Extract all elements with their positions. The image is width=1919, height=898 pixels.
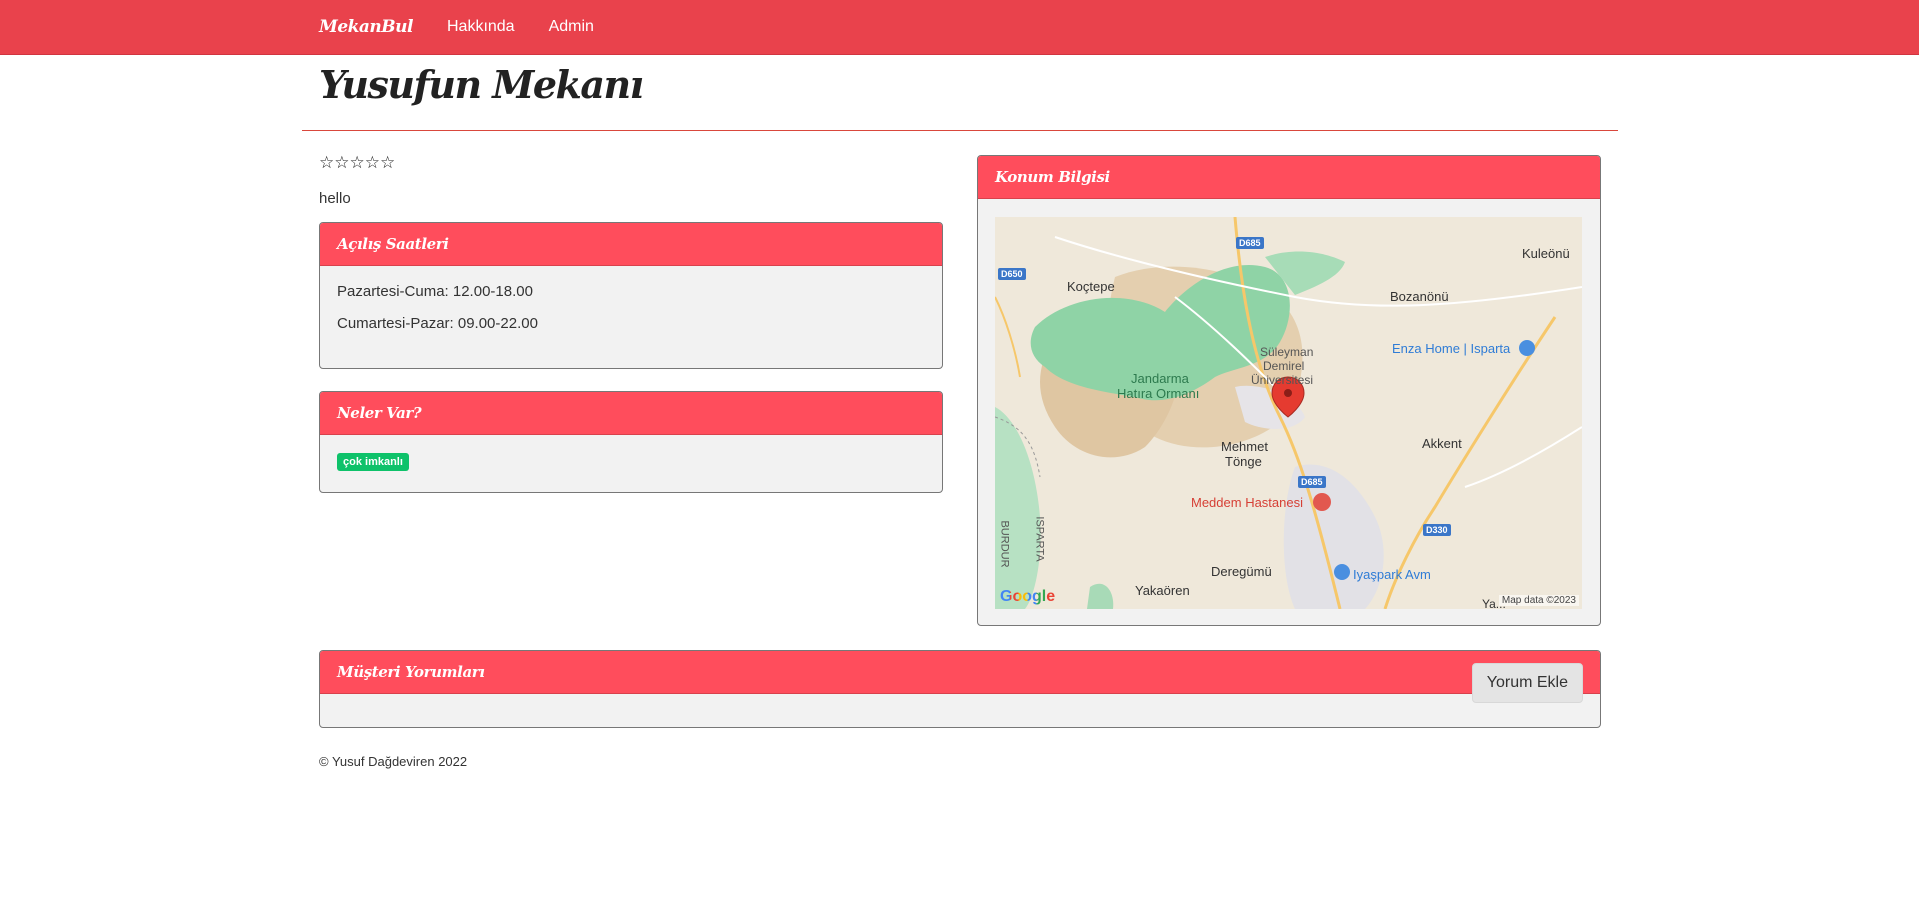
location-title: Konum Bilgisi xyxy=(995,168,1110,186)
reviews-title: Müşteri Yorumları xyxy=(337,663,485,681)
road-shield-d650: D650 xyxy=(998,268,1026,280)
amenity-badge: çok imkanlı xyxy=(337,453,409,471)
map-label-suleyman-3: Üniversitesi xyxy=(1251,373,1314,387)
amenities-body: çok imkanlı xyxy=(320,435,942,488)
map-label-yakaoren: Yakaören xyxy=(1135,583,1190,598)
reviews-header: Müşteri Yorumları xyxy=(320,651,1600,694)
road-shield-d685-south: D685 xyxy=(1298,476,1326,488)
map-label-suleyman-2: Demirel xyxy=(1263,359,1305,373)
page-title: Yusufun Mekanı xyxy=(319,62,644,107)
road-shield-d330: D330 xyxy=(1423,524,1451,536)
map-label-mehmet-2: Tönge xyxy=(1225,454,1262,469)
brand-logo[interactable]: MekanBul xyxy=(319,17,413,37)
opening-hours-title: Açılış Saatleri xyxy=(337,235,449,253)
nav-link-about[interactable]: Hakkında xyxy=(447,18,515,36)
nav-link-admin[interactable]: Admin xyxy=(549,18,594,36)
map-label-jandarma-1: Jandarma xyxy=(1131,371,1189,386)
map-graphic xyxy=(995,217,1582,609)
location-header: Konum Bilgisi xyxy=(978,156,1600,199)
hours-weekend: Cumartesi-Pazar: 09.00-22.00 xyxy=(337,315,538,332)
amenities-panel: Neler Var? çok imkanlı xyxy=(319,391,943,493)
map-label-isparta: ISPARTA xyxy=(1033,516,1046,562)
title-divider xyxy=(302,130,1618,131)
amenities-title: Neler Var? xyxy=(337,404,422,422)
map-label-deregumu: Deregümü xyxy=(1211,564,1272,579)
navbar: MekanBul Hakkında Admin xyxy=(0,0,1919,55)
reviews-panel: Müşteri Yorumları Yorum Ekle xyxy=(319,650,1601,728)
map-label-iyaspark: Iyaşpark Avm xyxy=(1353,567,1431,582)
map-label-kuleonu: Kuleönü xyxy=(1522,246,1570,261)
map-attribution: Map data ©2023 xyxy=(1498,595,1579,606)
map-label-suleyman-1: Süleyman xyxy=(1260,345,1314,359)
map-label-jandarma-2: Hatıra Ormanı xyxy=(1117,386,1200,401)
opening-hours-header: Açılış Saatleri xyxy=(320,223,942,266)
opening-hours-body: Pazartesi-Cuma: 12.00-18.00 Cumartesi-Pa… xyxy=(320,266,942,364)
road-shield-d685-north: D685 xyxy=(1236,237,1264,249)
venue-description: hello xyxy=(319,190,351,207)
map-label-meddem: Meddem Hastanesi xyxy=(1191,495,1303,510)
map-label-enza: Enza Home | Isparta xyxy=(1392,341,1511,356)
opening-hours-panel: Açılış Saatleri Pazartesi-Cuma: 12.00-18… xyxy=(319,222,943,369)
map-label-akkent: Akkent xyxy=(1422,436,1462,451)
amenities-header: Neler Var? xyxy=(320,392,942,435)
google-logo: Google xyxy=(1000,588,1056,605)
rating-stars: ☆☆☆☆☆ xyxy=(319,153,396,172)
static-map[interactable]: Koçtepe Kuleönü Bozanönü Enza Home | Isp… xyxy=(995,217,1582,609)
map-label-mehmet-1: Mehmet xyxy=(1221,439,1268,454)
map-label-bozanonu: Bozanönü xyxy=(1390,289,1449,304)
footer-copyright: © Yusuf Dağdeviren 2022 xyxy=(319,754,468,769)
add-review-button[interactable]: Yorum Ekle xyxy=(1471,663,1583,703)
navbar-inner: MekanBul Hakkında Admin xyxy=(319,0,628,54)
map-label-koctepe: Koçtepe xyxy=(1067,279,1115,294)
map-label-burdur: BURDUR xyxy=(998,520,1011,568)
hours-weekdays: Pazartesi-Cuma: 12.00-18.00 xyxy=(337,283,533,300)
location-panel: Konum Bilgisi Koçtepe Kuleönü Bozanönü E… xyxy=(977,155,1601,626)
